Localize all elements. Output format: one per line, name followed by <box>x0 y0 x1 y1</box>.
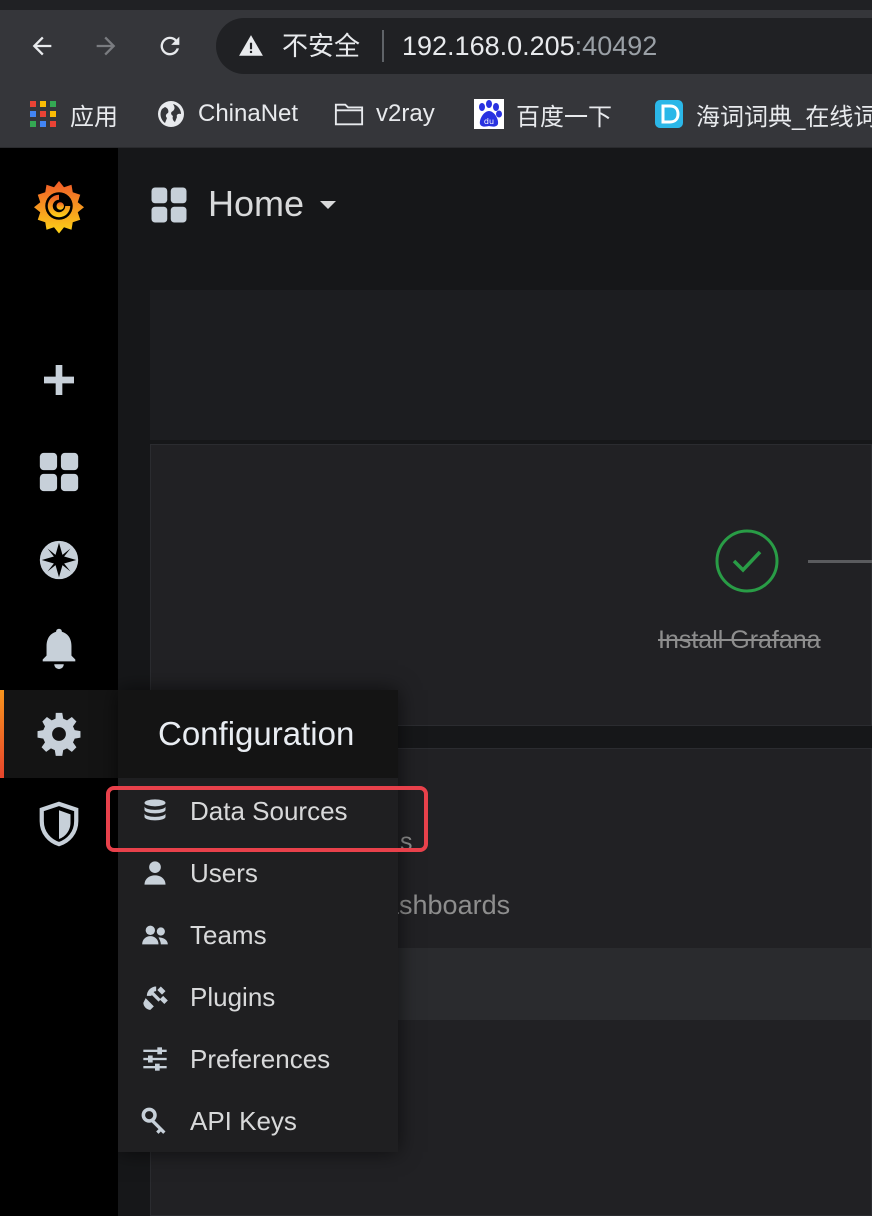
menu-item-label: Teams <box>190 919 267 950</box>
explore-menu[interactable] <box>0 516 118 604</box>
url-port: :40492 <box>574 31 658 61</box>
configuration-menu[interactable] <box>0 690 118 778</box>
install-grafana-step[interactable]: Install Grafana <box>658 626 821 655</box>
warning-triangle-icon <box>239 35 263 56</box>
arrow-right-icon <box>96 36 116 56</box>
plus-icon <box>44 365 74 395</box>
forward-button[interactable] <box>86 26 126 66</box>
dict-d-icon <box>655 100 683 128</box>
browser-toolbar: 不安全 192.168.0.205:40492 <box>0 10 872 82</box>
baidu-paw-icon: du <box>474 99 504 129</box>
alerting-menu[interactable] <box>0 604 118 692</box>
folder-icon <box>334 103 364 126</box>
address-bar[interactable]: 不安全 192.168.0.205:40492 <box>216 18 872 74</box>
menu-item-users[interactable]: Users <box>118 842 398 904</box>
grafana-home-logo[interactable] <box>0 162 118 250</box>
key-icon <box>140 1106 170 1136</box>
chevron-down-icon[interactable] <box>320 201 336 209</box>
bookmark-label: v2ray <box>376 100 435 127</box>
dashboards-menu[interactable] <box>0 428 118 516</box>
reload-button[interactable] <box>150 26 190 66</box>
menu-item-api-keys[interactable]: API Keys <box>118 1090 398 1152</box>
menu-item-teams[interactable]: Teams <box>118 904 398 966</box>
bookmarks-bar: 应用 ChinaNet v2ray du 百度一下 海词词典_在线词 <box>0 82 872 148</box>
menu-item-label: Plugins <box>190 981 276 1012</box>
browser-tabstrip <box>0 0 872 10</box>
bookmark-apps[interactable]: 应用 <box>28 94 118 134</box>
server-admin-menu[interactable] <box>0 780 118 868</box>
menu-item-label: API Keys <box>190 1105 297 1136</box>
menu-item-label: Users <box>190 857 258 888</box>
bookmark-chinanet[interactable]: ChinaNet <box>156 94 298 134</box>
sliders-icon <box>140 1044 170 1074</box>
menu-item-label: Data Sources <box>190 795 348 826</box>
security-label[interactable]: 不安全 <box>282 30 360 62</box>
welcome-panel <box>150 290 872 440</box>
partial-heading-text: s <box>400 828 413 856</box>
explore-compass-icon <box>39 540 79 580</box>
alerting-bell-icon <box>42 628 76 670</box>
configuration-dropdown-title[interactable]: Configuration <box>118 690 398 778</box>
dashboard-title[interactable]: Home <box>208 182 304 226</box>
bookmark-baidu[interactable]: du 百度一下 <box>474 94 612 134</box>
configuration-dropdown: Configuration Data Sources Users Teams P… <box>118 690 398 1152</box>
bookmark-dict[interactable]: 海词词典_在线词 <box>654 94 872 134</box>
svg-text:du: du <box>484 117 494 126</box>
back-button[interactable] <box>22 26 62 66</box>
users-icon <box>140 920 170 950</box>
create-menu[interactable] <box>0 336 118 424</box>
server-admin-shield-icon <box>39 801 79 847</box>
url-host: 192.168.0.205 <box>402 31 575 61</box>
url-text[interactable]: 192.168.0.205:40492 <box>402 30 657 62</box>
menu-item-preferences[interactable]: Preferences <box>118 1028 398 1090</box>
bookmark-label: ChinaNet <box>198 100 299 127</box>
arrow-left-icon <box>32 36 52 56</box>
plug-icon <box>140 982 170 1012</box>
reload-icon <box>160 36 180 56</box>
bookmark-label: 海词词典_在线词 <box>696 103 872 131</box>
omnibox-divider <box>382 30 384 62</box>
progress-connector <box>808 560 872 563</box>
bookmark-label: 百度一下 <box>516 103 612 131</box>
bookmark-v2ray[interactable]: v2ray <box>334 94 435 134</box>
screenshot-root: 不安全 192.168.0.205:40492 应用 ChinaNet v2ra… <box>0 0 872 1216</box>
database-icon <box>140 796 170 826</box>
bookmark-label: 应用 <box>70 103 118 131</box>
menu-item-data-sources[interactable]: Data Sources <box>118 780 398 842</box>
grafana-sidemenu <box>0 148 118 1216</box>
configuration-gear-icon <box>37 712 81 756</box>
grafana-logo-icon <box>34 181 84 234</box>
partial-dashboards-text: ashboards <box>384 890 511 920</box>
dashboard-grid-icon <box>151 187 187 223</box>
dashboards-grid-icon <box>39 452 79 492</box>
user-icon <box>140 858 170 888</box>
check-circle-icon <box>715 529 779 593</box>
apps-grid-icon <box>30 101 56 127</box>
menu-item-label: Preferences <box>190 1043 331 1074</box>
globe-icon <box>158 101 184 127</box>
menu-item-plugins[interactable]: Plugins <box>118 966 398 1028</box>
